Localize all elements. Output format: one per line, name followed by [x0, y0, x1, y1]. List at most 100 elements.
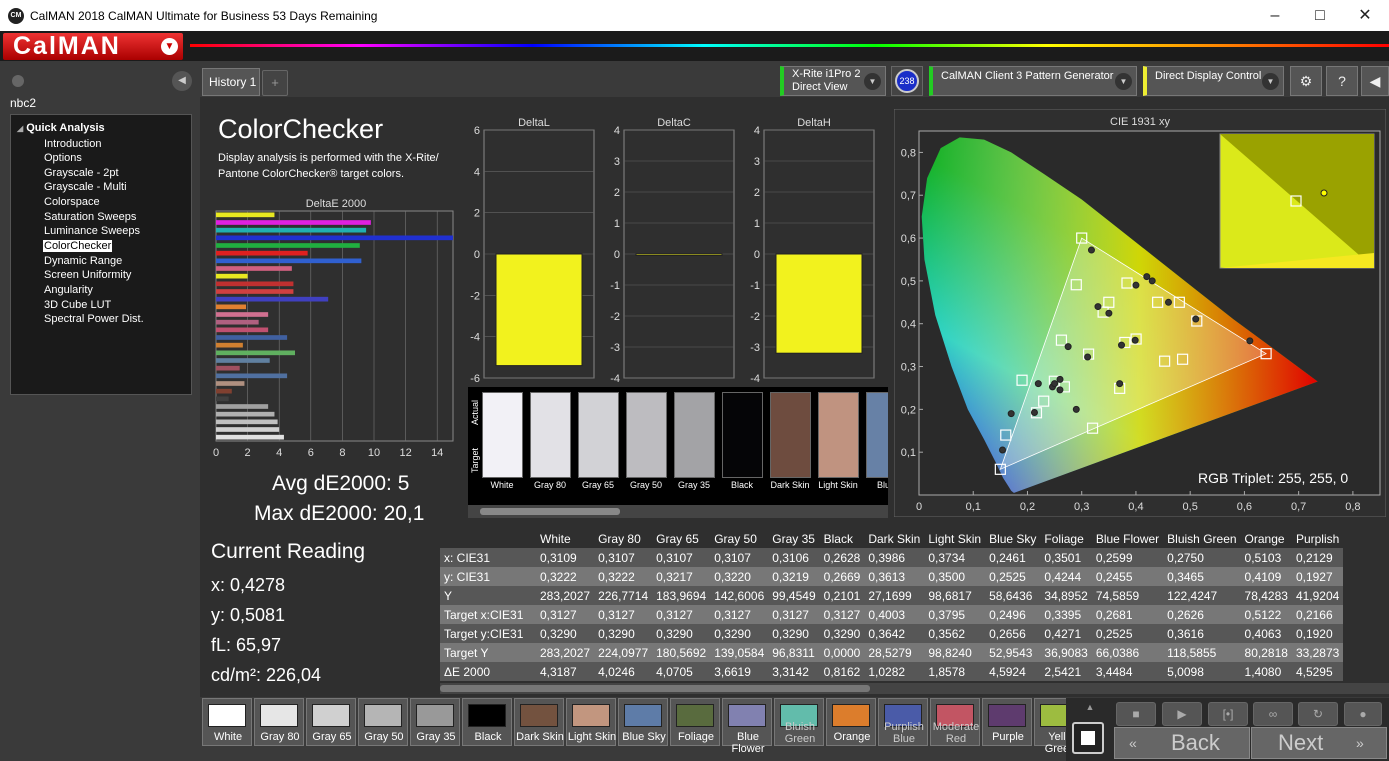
patch-button[interactable]: Moderate Red	[930, 698, 980, 746]
table-cell: 0,2525	[1091, 624, 1164, 643]
collapse-sidebar-icon[interactable]: ◀	[172, 71, 192, 91]
play-icon: ▶	[1177, 707, 1187, 721]
stop-button[interactable]: ■	[1116, 702, 1156, 726]
settings-gear-icon[interactable]: ⚙	[1290, 66, 1322, 96]
close-icon[interactable]: ✕	[1342, 0, 1388, 31]
table-cell: 0,2656	[985, 624, 1041, 643]
continuous-button[interactable]: ∞	[1253, 702, 1293, 726]
tree-root-quick-analysis[interactable]: ◢ Quick Analysis	[17, 122, 105, 134]
tick-label: 4	[474, 166, 480, 178]
read-series-button[interactable]: [•]	[1208, 702, 1248, 726]
patch-label: Gray 65	[312, 731, 352, 743]
refresh-button[interactable]: ↻	[1298, 702, 1338, 726]
window-title: CalMAN 2018 CalMAN Ultimate for Business…	[30, 9, 378, 23]
scrollbar-thumb[interactable]	[480, 508, 620, 515]
meter-badge[interactable]: 238	[895, 69, 919, 93]
swatch-scrollbar[interactable]	[468, 505, 888, 518]
patch-button[interactable]: Purple	[982, 698, 1032, 746]
stop-measure-button[interactable]	[1072, 722, 1104, 754]
table-header-cell: Purplish	[1291, 529, 1344, 548]
table-cell: ΔE 2000	[440, 662, 536, 681]
measured-point	[1056, 375, 1064, 383]
color-swatch[interactable]	[530, 392, 571, 478]
color-swatch[interactable]	[770, 392, 811, 478]
sidebar-item-dynamic-range[interactable]: Dynamic Range	[43, 255, 123, 267]
sidebar-item-3d-cube-lut[interactable]: 3D Cube LUT	[43, 299, 112, 311]
table-cell: 1,8578	[924, 662, 986, 681]
sidebar-item-angularity[interactable]: Angularity	[43, 284, 94, 296]
tick-label: 0,5	[901, 276, 916, 288]
patch-button[interactable]: Bluish Green	[774, 698, 824, 746]
sidebar-item-introduction[interactable]: Introduction	[43, 138, 102, 150]
sidebar-item-grayscale-2pt[interactable]: Grayscale - 2pt	[43, 167, 120, 179]
color-swatch[interactable]	[626, 392, 667, 478]
add-tab-button[interactable]: +	[262, 70, 288, 96]
tick-label: 0,2	[1020, 501, 1035, 513]
patch-button[interactable]: White	[202, 698, 252, 746]
tick-label: 3	[614, 156, 620, 168]
patch-button[interactable]: Blue Flower	[722, 698, 772, 755]
patch-button[interactable]: Dark Skin	[514, 698, 564, 746]
bar	[216, 327, 269, 333]
patch-button[interactable]: Light Skin	[566, 698, 616, 746]
sidebar-item-options[interactable]: Options	[43, 152, 83, 164]
color-swatch[interactable]	[818, 392, 859, 478]
color-swatch[interactable]	[578, 392, 619, 478]
meter-selector[interactable]: X-Rite i1Pro 2 Direct View ▼	[780, 66, 886, 96]
sidebar-item-spectral-power[interactable]: Spectral Power Dist.	[43, 313, 145, 325]
table-cell: 0,4244	[1040, 567, 1092, 586]
page-description: Display analysis is performed with the X…	[218, 150, 463, 182]
sidebar-item-colorchecker[interactable]: ColorChecker	[43, 240, 113, 252]
table-scrollbar[interactable]	[440, 683, 1389, 694]
sidebar-item-saturation-sweeps[interactable]: Saturation Sweeps	[43, 211, 137, 223]
table-cell: 0,3127	[819, 605, 865, 624]
help-icon[interactable]: ?	[1326, 66, 1358, 96]
table-cell: 0,4063	[1240, 624, 1292, 643]
play-button[interactable]: ▶	[1162, 702, 1202, 726]
table-cell: 0,3222	[594, 567, 653, 586]
color-swatch[interactable]	[866, 392, 888, 478]
minimize-icon[interactable]: –	[1252, 0, 1298, 31]
bracket-icon: [•]	[1222, 707, 1234, 721]
patch-button[interactable]: Orange	[826, 698, 876, 746]
sidebar-item-luminance-sweeps[interactable]: Luminance Sweeps	[43, 225, 141, 237]
measured-point	[1131, 336, 1139, 344]
patch-button[interactable]: Gray 35	[410, 698, 460, 746]
tab-history-1[interactable]: History 1	[202, 68, 260, 96]
table-cell: 34,8952	[1040, 586, 1092, 605]
table-cell: 66,0386	[1091, 643, 1164, 662]
patch-button[interactable]: Gray 80	[254, 698, 304, 746]
calman-logo-menu[interactable]: CalMAN ▼	[3, 33, 183, 60]
display-control-selector[interactable]: Direct Display Control ▼	[1143, 66, 1284, 96]
patch-button[interactable]: Purplish Blue	[878, 698, 928, 746]
color-swatch[interactable]	[482, 392, 523, 478]
pattern-generator-selector[interactable]: CalMAN Client 3 Pattern Generator ▼	[929, 66, 1137, 96]
patch-button[interactable]: Black	[462, 698, 512, 746]
patch-button[interactable]: Blue Sky	[618, 698, 668, 746]
color-swatch[interactable]	[674, 392, 715, 478]
panel-toggle-icon[interactable]: ◀	[1361, 66, 1389, 96]
record-button[interactable]: ●	[1344, 702, 1382, 726]
table-cell: 0,3290	[710, 624, 769, 643]
table-cell: 96,8311	[768, 643, 820, 662]
patch-button[interactable]: Gray 50	[358, 698, 408, 746]
sidebar-item-grayscale-multi[interactable]: Grayscale - Multi	[43, 181, 128, 193]
data-table: White Gray 80 Gray 65 Gray 50 Gray 35 Black Da…	[440, 529, 1344, 681]
tick-label: 1	[614, 218, 620, 230]
next-button[interactable]: Next »	[1251, 727, 1387, 759]
title-bar: CM CalMAN 2018 CalMAN Ultimate for Busin…	[0, 0, 1389, 31]
sidebar-item-colorspace[interactable]: Colorspace	[43, 196, 101, 208]
sidebar-item-screen-uniformity[interactable]: Screen Uniformity	[43, 269, 132, 281]
measured-point	[1118, 341, 1126, 349]
back-button[interactable]: « Back	[1114, 727, 1250, 759]
patch-color	[832, 704, 870, 727]
table-cell: 0,3500	[924, 567, 986, 586]
patch-label: Light Skin	[567, 731, 617, 743]
patch-button[interactable]: Gray 65	[306, 698, 356, 746]
maximize-icon[interactable]: □	[1297, 0, 1343, 31]
scroll-up-icon[interactable]: ▲	[1072, 700, 1108, 714]
patch-button[interactable]: Foliage	[670, 698, 720, 746]
table-scrollbar-thumb[interactable]	[440, 685, 870, 692]
color-swatch[interactable]	[722, 392, 763, 478]
bar	[216, 358, 270, 363]
